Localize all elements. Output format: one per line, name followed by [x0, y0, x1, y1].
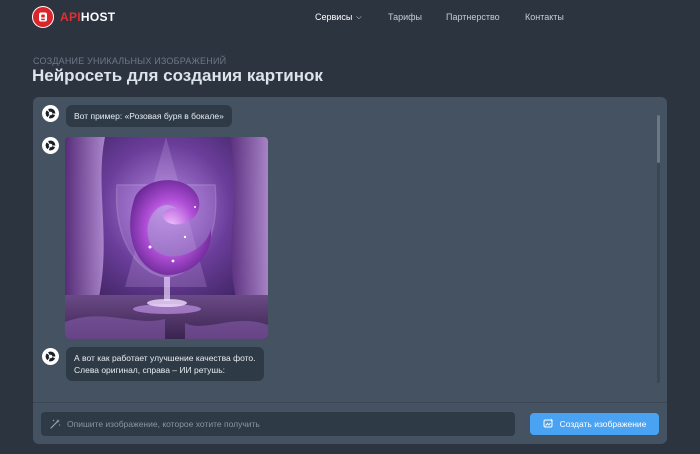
nav-item-services[interactable]: Сервисы ⌵: [315, 12, 362, 22]
page-title: Нейросеть для создания картинок: [32, 66, 323, 85]
create-image-label: Создать изображение: [559, 419, 647, 429]
nav-label: Контакты: [525, 12, 564, 22]
chat-messages: Вот пример: «Розовая буря в бокале» А во…: [33, 97, 667, 402]
composer-divider: [33, 402, 667, 403]
page-subtitle: Создание уникальных изображений: [33, 56, 227, 66]
message-bubble: А вот как работает улучшение качества фо…: [66, 347, 264, 381]
message-bubble: Вот пример: «Розовая буря в бокале»: [66, 105, 232, 127]
magic-wand-icon: [49, 418, 61, 430]
message-text-line: Слева оригинал, справа – ИИ ретушь:: [74, 365, 225, 375]
message-text-line: А вот как работает улучшение качества фо…: [74, 353, 256, 363]
prompt-field[interactable]: [41, 412, 515, 436]
prompt-input[interactable]: [67, 414, 515, 434]
create-image-button[interactable]: Создать изображение: [530, 413, 659, 435]
generated-image[interactable]: [65, 137, 268, 339]
nav-label: Сервисы: [315, 12, 353, 22]
create-image-icon: [543, 418, 554, 431]
main-nav: Сервисы ⌵ Тарифы Партнерство Контакты: [0, 12, 700, 26]
bot-avatar-icon: [42, 137, 59, 154]
site-header: APIHOST Сервисы ⌵ Тарифы Партнерство Конт…: [0, 0, 700, 36]
nav-label: Тарифы: [388, 12, 423, 22]
nav-item-contacts[interactable]: Контакты: [525, 12, 564, 22]
nav-item-partnership[interactable]: Партнерство: [446, 12, 500, 22]
nav-label: Партнерство: [446, 12, 500, 22]
chevron-down-icon: ⌵: [356, 14, 362, 21]
nav-item-pricing[interactable]: Тарифы: [388, 12, 422, 22]
glass-storm-illustration: [65, 137, 268, 339]
bot-avatar-icon: [42, 348, 59, 365]
chat-scrollbar[interactable]: [657, 115, 660, 383]
bot-avatar-icon: [42, 105, 59, 122]
message-text: Вот пример: «Розовая буря в бокале»: [74, 111, 224, 121]
scrollbar-thumb[interactable]: [657, 115, 660, 163]
chat-panel: Вот пример: «Розовая буря в бокале» А во…: [33, 97, 667, 444]
